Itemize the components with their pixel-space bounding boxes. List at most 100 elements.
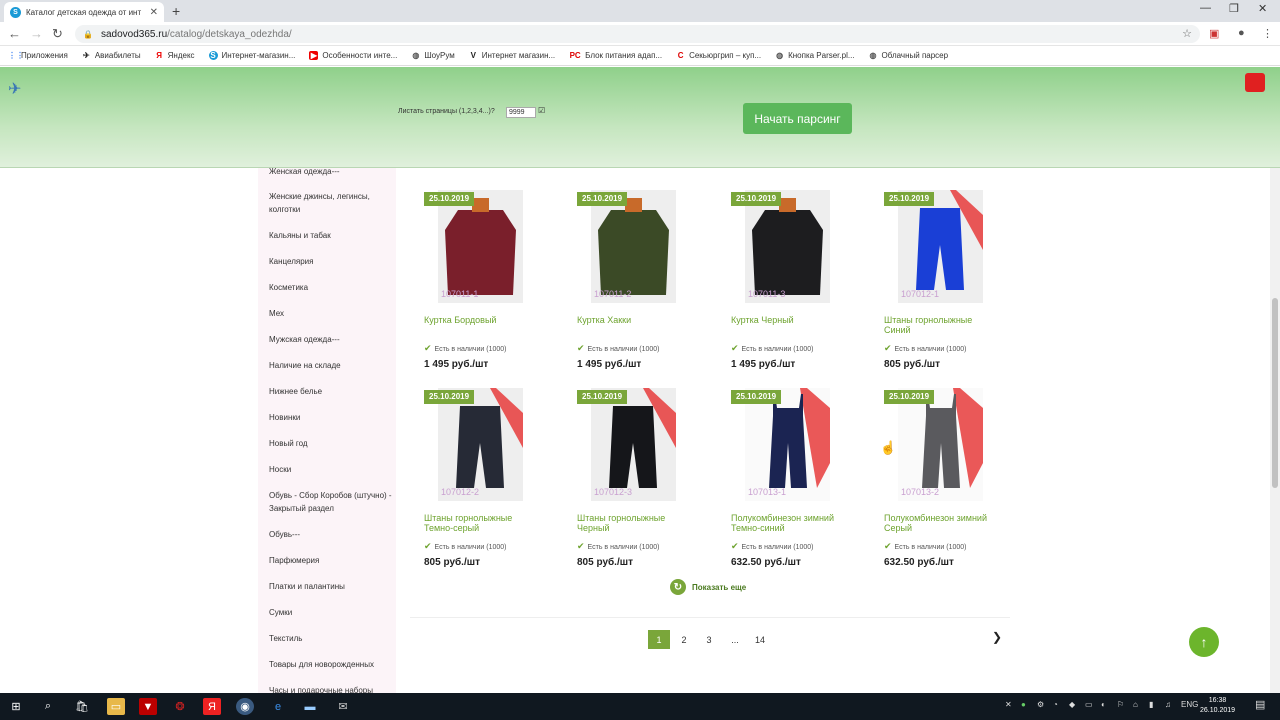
- bookmark-yandex[interactable]: Я Яндекс: [155, 51, 194, 60]
- sidebar-item[interactable]: Косметика: [269, 281, 394, 294]
- scrollbar-thumb[interactable]: [1272, 298, 1278, 488]
- back-icon[interactable]: ←: [8, 26, 21, 41]
- app-icon[interactable]: ▼: [139, 698, 157, 715]
- file-explorer-icon[interactable]: ▭: [107, 698, 125, 715]
- bookmark-star-icon[interactable]: ☆: [1182, 27, 1192, 40]
- search-icon[interactable]: ⌕: [39, 698, 57, 715]
- language-indicator[interactable]: ENG: [1181, 700, 1198, 709]
- profile-icon[interactable]: ●: [1238, 27, 1245, 39]
- bookmark-securgrip[interactable]: C Секьюргрип – куп...: [676, 51, 761, 60]
- tray-icon[interactable]: ◔: [1053, 700, 1058, 709]
- bookmark-shop-1[interactable]: S Интернет-магазин...: [208, 51, 295, 60]
- product-image[interactable]: 107012-1: [898, 190, 983, 303]
- product-image[interactable]: 107013-1: [745, 388, 830, 501]
- start-parsing-button[interactable]: Начать парсинг: [743, 103, 852, 134]
- edge-icon[interactable]: e: [269, 698, 287, 715]
- pages-input[interactable]: 9999: [506, 107, 536, 118]
- plugin-close-button[interactable]: [1245, 73, 1265, 92]
- sidebar-item[interactable]: Наличие на складе: [269, 359, 394, 372]
- maximize-icon[interactable]: ❐: [1229, 2, 1239, 15]
- page-link-1[interactable]: 1: [648, 630, 670, 649]
- extension-icon[interactable]: ▣: [1209, 27, 1219, 40]
- menu-icon[interactable]: ⋮: [1262, 27, 1273, 40]
- product-image[interactable]: 107011-2: [591, 190, 676, 303]
- network-icon[interactable]: ⌂: [1133, 700, 1138, 709]
- tray-icon[interactable]: ✕: [1005, 700, 1012, 709]
- product-name[interactable]: Штаны горнолыжные Черный: [577, 513, 692, 533]
- next-page-icon[interactable]: ❯: [992, 630, 1002, 644]
- page-link-14[interactable]: 14: [749, 630, 771, 649]
- product-image[interactable]: 107011-3: [745, 190, 830, 303]
- product-image[interactable]: 107012-3: [591, 388, 676, 501]
- monitor-icon[interactable]: ▬: [301, 698, 319, 715]
- yandex-browser-icon[interactable]: Я: [203, 698, 221, 715]
- show-more-button[interactable]: ↻ Показать еще: [670, 579, 746, 595]
- sidebar-item[interactable]: Сумки: [269, 606, 394, 619]
- pages-checkbox[interactable]: ☑: [538, 106, 545, 115]
- sidebar-item[interactable]: Платки и палантины: [269, 580, 394, 593]
- page-link-2[interactable]: 2: [673, 630, 695, 649]
- new-tab-icon[interactable]: +: [172, 3, 180, 19]
- forward-icon[interactable]: →: [30, 26, 43, 41]
- sidebar-item[interactable]: Мужская одежда---: [269, 333, 394, 346]
- bookmark-showroom[interactable]: ◍ ШоуРум: [411, 51, 454, 60]
- bookmark-youtube[interactable]: ▶ Особенности инте...: [309, 51, 397, 60]
- address-bar[interactable]: 🔒 sadovod365.ru /catalog/detskaya_odezhd…: [75, 25, 1200, 43]
- tray-icon[interactable]: ◆: [1069, 700, 1075, 709]
- bookmark-avia[interactable]: ✈ Авиабилеты: [82, 51, 141, 60]
- sidebar-item[interactable]: Парфюмерия: [269, 554, 394, 567]
- sidebar-item[interactable]: Женская одежда---: [269, 168, 394, 178]
- sidebar-item[interactable]: Новый год: [269, 437, 394, 450]
- tray-icon[interactable]: ●: [1021, 700, 1026, 709]
- sidebar-item[interactable]: Текстиль: [269, 632, 394, 645]
- sidebar-item[interactable]: Кальяны и табак: [269, 229, 394, 242]
- volume-icon[interactable]: ♫: [1165, 700, 1171, 709]
- store-icon[interactable]: 🛍: [73, 698, 91, 715]
- tray-icon[interactable]: ▭: [1085, 700, 1093, 709]
- battery-icon[interactable]: ▮: [1149, 700, 1153, 709]
- sidebar-item[interactable]: Мех: [269, 307, 394, 320]
- sidebar-item[interactable]: Обувь---: [269, 528, 394, 541]
- product-name[interactable]: Полукомбинезон зимний Темно-синий: [731, 513, 846, 533]
- sidebar-item[interactable]: Новинки: [269, 411, 394, 424]
- tray-icon[interactable]: ⚙: [1037, 700, 1044, 709]
- sidebar-item[interactable]: Носки: [269, 463, 394, 476]
- notifications-icon[interactable]: ▤: [1255, 698, 1265, 711]
- product-name[interactable]: Штаны горнолыжные Синий: [884, 315, 999, 335]
- sidebar-item[interactable]: Товары для новорожденных: [269, 658, 394, 671]
- bookmark-cloud-parser[interactable]: ◍ Облачный парсер: [869, 51, 949, 60]
- tray-icon[interactable]: ⚐: [1117, 700, 1124, 709]
- app-icon[interactable]: ❂: [171, 698, 189, 715]
- minimize-icon[interactable]: —: [1200, 2, 1211, 14]
- page-link-3[interactable]: 3: [698, 630, 720, 649]
- sidebar-item[interactable]: Часы и подарочные наборы: [269, 684, 394, 693]
- sidebar-item[interactable]: Обувь - Сбор Коробов (штучно) - Закрытый…: [269, 489, 394, 515]
- sidebar-item[interactable]: Нижнее белье: [269, 385, 394, 398]
- page-scrollbar[interactable]: [1270, 168, 1280, 693]
- app-icon[interactable]: ✉: [334, 698, 352, 715]
- chrome-icon[interactable]: ◉: [236, 698, 254, 715]
- stock-status: ✔ Есть в наличии (1000): [424, 541, 507, 551]
- bookmark-apps[interactable]: ⋮⋮ Приложения: [8, 51, 68, 60]
- windows-start-icon[interactable]: ⊞: [7, 698, 25, 715]
- bookmark-power-supply[interactable]: PC Блок питания адап...: [569, 51, 662, 60]
- sidebar-item[interactable]: Канцелярия: [269, 255, 394, 268]
- product-image[interactable]: 107013-2: [898, 388, 983, 501]
- product-image[interactable]: 107012-2: [438, 388, 523, 501]
- bookmark-shop-2[interactable]: V Интернет магазин...: [469, 51, 556, 60]
- product-name[interactable]: Куртка Черный: [731, 315, 846, 325]
- reload-icon[interactable]: ↻: [52, 26, 63, 42]
- taskbar-clock[interactable]: 16:38 26.10.2019: [1200, 696, 1235, 716]
- product-name[interactable]: Полукомбинезон зимний Серый: [884, 513, 999, 533]
- tray-icon[interactable]: ◐: [1101, 700, 1106, 709]
- product-name[interactable]: Куртка Бордовый: [424, 315, 539, 325]
- sidebar-item[interactable]: Женские джинсы, легинсы, колготки: [269, 190, 394, 216]
- browser-tab[interactable]: S Каталог детская одежда от инт ✕: [4, 2, 164, 22]
- close-tab-icon[interactable]: ✕: [150, 7, 158, 18]
- product-image[interactable]: 107011-1: [438, 190, 523, 303]
- close-window-icon[interactable]: ✕: [1258, 2, 1267, 15]
- product-name[interactable]: Штаны горнолыжные Темно-серый: [424, 513, 539, 533]
- scroll-to-top-button[interactable]: ↑: [1189, 627, 1219, 657]
- product-name[interactable]: Куртка Хакки: [577, 315, 692, 325]
- bookmark-parser-button[interactable]: ◍ Кнопка Parser.pl...: [775, 51, 854, 60]
